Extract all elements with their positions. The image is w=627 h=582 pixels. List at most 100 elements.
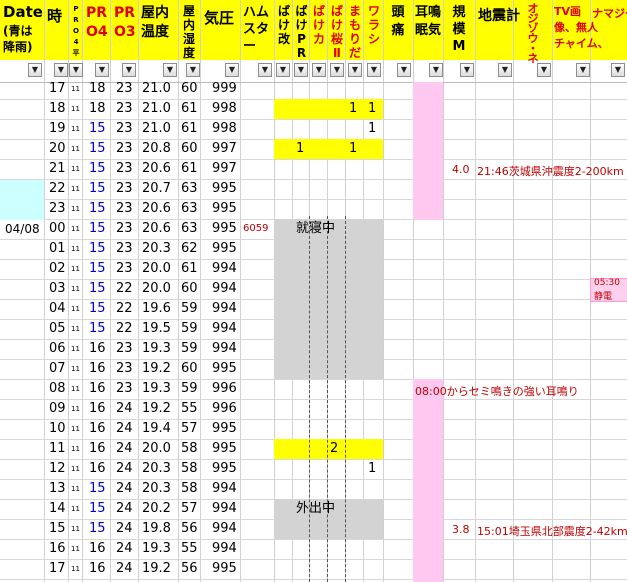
cell-hum: 55 xyxy=(181,401,198,416)
cell-pro4: 11 xyxy=(71,325,80,333)
bake-row-18 xyxy=(274,99,383,119)
cell-press: 995 xyxy=(212,181,237,196)
cell-hum: 56 xyxy=(181,561,198,576)
cell-pro4: 11 xyxy=(71,205,80,213)
warashi-row18: 1 xyxy=(368,101,377,116)
filter-dropdown-button[interactable]: ▼ xyxy=(294,63,308,77)
cell-pr04: 15 xyxy=(89,281,106,296)
dashed-divider-1 xyxy=(309,216,310,582)
cell-pr03: 23 xyxy=(116,381,133,396)
cell-hour: 22 xyxy=(49,181,66,196)
cell-pro4: 11 xyxy=(71,525,80,533)
outing-label: 外出中 xyxy=(296,501,336,516)
header-warashi: ワラシ xyxy=(367,4,380,46)
cell-pr04: 15 xyxy=(89,201,106,216)
filter-dropdown-button[interactable]: ▼ xyxy=(225,63,239,77)
cell-temp: 19.6 xyxy=(142,301,171,316)
cell-hum: 60 xyxy=(181,81,198,96)
cell-hour: 21 xyxy=(49,161,66,176)
cell-press: 999 xyxy=(212,81,237,96)
cell-date: 04/08 xyxy=(5,222,40,236)
cell-pro4: 11 xyxy=(71,125,80,133)
cell-hour: 19 xyxy=(49,121,66,136)
header-bake-sakura: ばけ桜Ⅱ xyxy=(330,4,343,60)
cell-pr03: 24 xyxy=(116,561,133,576)
cell-temp: 19.3 xyxy=(142,541,171,556)
filter-dropdown-button[interactable]: ▼ xyxy=(429,63,443,77)
sleeping-block xyxy=(274,219,383,379)
cell-pr03: 23 xyxy=(116,141,133,156)
hamster-value: 6059 xyxy=(243,223,269,234)
quake2-magnitude: 3.8 xyxy=(452,523,470,536)
bake-ca-row11: 2 xyxy=(330,441,339,456)
cell-press: 995 xyxy=(212,441,237,456)
filter-dropdown-button[interactable]: ▼ xyxy=(460,63,474,77)
cell-temp: 20.8 xyxy=(142,141,171,156)
cell-hour: 15 xyxy=(49,521,66,536)
cell-pr03: 24 xyxy=(116,441,133,456)
cell-temp: 20.6 xyxy=(142,201,171,216)
filter-dropdown-button[interactable]: ▼ xyxy=(69,63,83,77)
cell-pr03: 23 xyxy=(116,201,133,216)
cell-hum: 60 xyxy=(181,361,198,376)
mamorida-row18: 1 xyxy=(349,101,358,116)
mamorida-row20: 1 xyxy=(349,141,358,156)
cell-hour: 06 xyxy=(49,341,66,356)
filter-dropdown-button[interactable]: ▼ xyxy=(95,63,109,77)
filter-dropdown-button[interactable]: ▼ xyxy=(348,63,362,77)
filter-dropdown-button[interactable]: ▼ xyxy=(54,63,68,77)
cell-pr04: 15 xyxy=(89,301,106,316)
cell-hour: 00 xyxy=(49,221,66,236)
cell-press: 994 xyxy=(212,481,237,496)
cell-press: 995 xyxy=(212,561,237,576)
cell-temp: 20.0 xyxy=(142,441,171,456)
cell-press: 997 xyxy=(212,161,237,176)
cell-hum: 63 xyxy=(181,221,198,236)
cell-hour: 09 xyxy=(49,401,66,416)
cell-pro4: 11 xyxy=(71,285,80,293)
cell-press: 995 xyxy=(212,361,237,376)
warashi-row12: 1 xyxy=(368,461,377,476)
cell-hour: 18 xyxy=(49,101,66,116)
cell-hum: 56 xyxy=(181,521,198,536)
filter-dropdown-button[interactable]: ▼ xyxy=(163,63,177,77)
cell-pr03: 22 xyxy=(116,281,133,296)
cell-temp: 19.8 xyxy=(142,521,171,536)
filter-dropdown-button[interactable]: ▼ xyxy=(367,63,381,77)
cell-pro4: 11 xyxy=(71,505,80,513)
cell-pr03: 24 xyxy=(116,541,133,556)
header-hamster: ハム スター xyxy=(243,5,270,54)
filter-dropdown-button[interactable]: ▼ xyxy=(576,63,590,77)
filter-dropdown-button[interactable]: ▼ xyxy=(611,63,625,77)
filter-dropdown-button[interactable]: ▼ xyxy=(312,63,326,77)
filter-dropdown-button[interactable]: ▼ xyxy=(330,63,344,77)
filter-dropdown-button[interactable]: ▼ xyxy=(397,63,411,77)
cell-hour: 07 xyxy=(49,361,66,376)
filter-dropdown-button[interactable]: ▼ xyxy=(28,63,42,77)
filter-dropdown-button[interactable]: ▼ xyxy=(186,63,200,77)
cell-temp: 20.3 xyxy=(142,461,171,476)
filter-dropdown-button[interactable]: ▼ xyxy=(258,63,272,77)
cell-hum: 58 xyxy=(181,441,198,456)
cell-press: 998 xyxy=(212,121,237,136)
filter-dropdown-button[interactable]: ▼ xyxy=(537,63,551,77)
cell-pr03: 24 xyxy=(116,501,133,516)
cell-pr03: 24 xyxy=(116,401,133,416)
cell-pr03: 23 xyxy=(116,221,133,236)
tinnitus-note: 08:00からセミ鳴きの強い耳鳴り xyxy=(415,385,579,398)
cell-pr04: 18 xyxy=(89,81,106,96)
cell-pr03: 24 xyxy=(116,461,133,476)
cell-press: 996 xyxy=(212,381,237,396)
cell-press: 995 xyxy=(212,421,237,436)
cell-hour: 04 xyxy=(49,301,66,316)
cell-press: 994 xyxy=(212,261,237,276)
cell-pro4: 11 xyxy=(71,145,80,153)
quake2-text: 15:01埼玉県北部震度2-42km xyxy=(477,525,627,538)
cell-hum: 60 xyxy=(181,141,198,156)
filter-dropdown-button[interactable]: ▼ xyxy=(122,63,136,77)
header-scale: 規模M xyxy=(452,5,466,54)
cell-pr04: 16 xyxy=(89,561,106,576)
filter-dropdown-button[interactable]: ▼ xyxy=(276,63,290,77)
cell-pro4: 11 xyxy=(71,485,80,493)
filter-dropdown-button[interactable]: ▼ xyxy=(498,63,512,77)
